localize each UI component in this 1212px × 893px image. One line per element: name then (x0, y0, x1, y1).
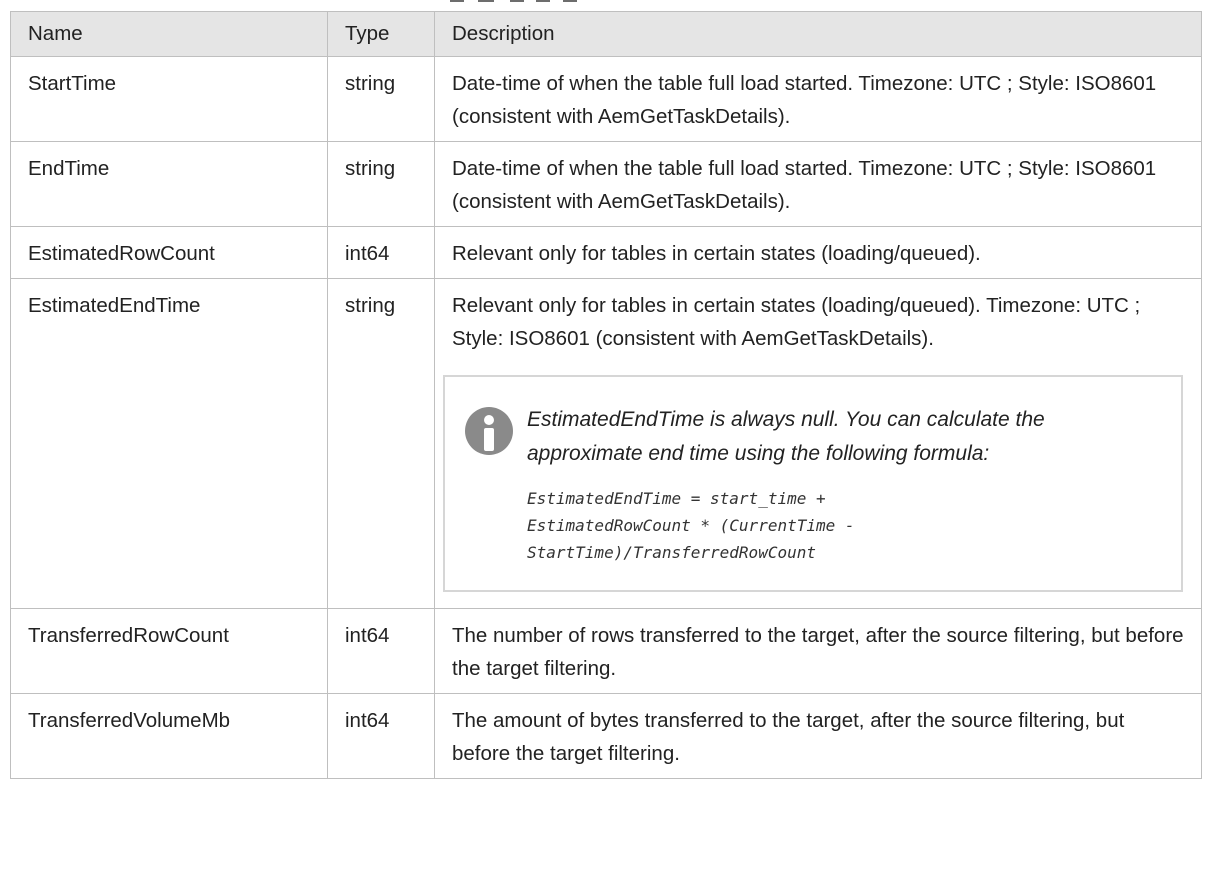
note-box: EstimatedEndTime is always null. You can… (443, 375, 1183, 592)
parameters-table: Name Type Description StartTime string D… (10, 11, 1202, 779)
table-row: EstimatedRowCount int64 Relevant only fo… (10, 226, 1202, 279)
table-row: StartTime string Date-time of when the t… (10, 56, 1202, 142)
column-header-type: Type (327, 11, 435, 57)
table-header-row: Name Type Description (10, 11, 1202, 57)
param-description: Relevant only for tables in certain stat… (452, 294, 1141, 350)
formula-code: EstimatedEndTime = start_time + Estimate… (527, 485, 1165, 566)
param-type: int64 (327, 608, 435, 694)
param-name: TransferredRowCount (10, 608, 328, 694)
param-name: EndTime (10, 141, 328, 227)
note-body: EstimatedEndTime is always null. You can… (527, 405, 1165, 566)
param-type: string (327, 141, 435, 227)
param-type: int64 (327, 226, 435, 279)
table-row: TransferredVolumeMb int64 The amount of … (10, 693, 1202, 779)
column-header-description: Description (434, 11, 1202, 57)
param-type: int64 (327, 693, 435, 779)
param-name: StartTime (10, 56, 328, 142)
table-row: EstimatedEndTime string Relevant only fo… (10, 278, 1202, 609)
code-line: EstimatedEndTime = start_time + (527, 489, 826, 508)
code-line: EstimatedRowCount * (CurrentTime - (527, 516, 855, 535)
param-description-cell: Relevant only for tables in certain stat… (434, 278, 1202, 609)
table-row: TransferredRowCount int64 The number of … (10, 608, 1202, 694)
param-name: EstimatedRowCount (10, 226, 328, 279)
code-line: StartTime)/TransferredRowCount (527, 543, 816, 562)
param-name: TransferredVolumeMb (10, 693, 328, 779)
info-icon (465, 407, 513, 455)
param-type: string (327, 278, 435, 609)
param-description: The number of rows transferred to the ta… (434, 608, 1202, 694)
note-text: EstimatedEndTime is always null. You can… (527, 408, 1045, 465)
param-name: EstimatedEndTime (10, 278, 328, 609)
table-row: EndTime string Date-time of when the tab… (10, 141, 1202, 227)
clipped-text-fragment (0, 0, 1212, 6)
column-header-name: Name (10, 11, 328, 57)
param-description: Date-time of when the table full load st… (434, 56, 1202, 142)
param-description: The amount of bytes transferred to the t… (434, 693, 1202, 779)
param-type: string (327, 56, 435, 142)
param-description: Date-time of when the table full load st… (434, 141, 1202, 227)
param-description: Relevant only for tables in certain stat… (434, 226, 1202, 279)
